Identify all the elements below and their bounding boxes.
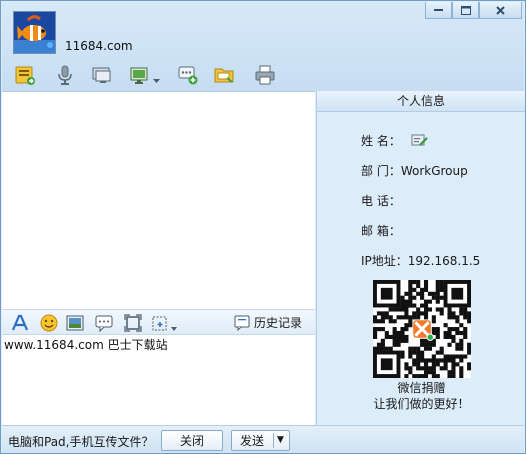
font-icon — [11, 314, 29, 331]
remote-desktop-button[interactable] — [90, 63, 114, 87]
history-button[interactable]: 历史记录 — [234, 314, 302, 331]
ip-label: IP地址： — [361, 254, 408, 268]
shared-folder-button[interactable] — [212, 63, 236, 87]
department-value: WorkGroup — [400, 164, 468, 178]
edit-toolbar: 历史记录 — [2, 309, 315, 335]
qr-caption-thanks: 让我们做的更好！ — [373, 397, 470, 411]
send-file-icon — [15, 66, 35, 85]
message-bubble-icon — [95, 315, 113, 332]
message-history[interactable] — [2, 91, 315, 309]
chevron-down-icon — [171, 327, 177, 331]
emoji-button[interactable] — [39, 313, 59, 333]
department-row: 部 门：WorkGroup — [361, 162, 468, 179]
font-button[interactable] — [10, 313, 30, 333]
remote-desktop-icon — [92, 67, 111, 83]
name-row: 姓 名： — [361, 132, 429, 150]
capture-options-icon — [152, 316, 167, 331]
microphone-icon — [58, 65, 72, 85]
send-separator — [273, 433, 274, 448]
message-input-text[interactable]: www.11684.com 巴士下载站 — [4, 336, 168, 353]
maximize-icon — [460, 5, 471, 15]
image-icon — [66, 315, 84, 331]
send-options-dropdown[interactable]: ▼ — [277, 431, 284, 450]
name-label: 姓 名： — [361, 134, 401, 148]
emoji-icon — [40, 314, 58, 332]
panel-title: 个人信息 — [317, 91, 525, 112]
ip-value: 192.168.1.5 — [407, 254, 481, 268]
phone-label: 电 话： — [361, 194, 401, 208]
phone-row: 电 话： — [361, 192, 401, 209]
message-input[interactable]: www.11684.com 巴士下载站 — [2, 335, 315, 425]
file-transfer-hint[interactable]: 电脑和Pad,手机互传文件？ — [8, 433, 153, 450]
image-button[interactable] — [65, 313, 85, 333]
bottom-bar: 电脑和Pad,手机互传文件？ 关闭 发送 ▼ — [2, 425, 524, 453]
qr-code-icon — [373, 280, 472, 379]
close-button[interactable]: 关闭 — [161, 430, 223, 451]
history-icon — [234, 315, 250, 331]
message-add-icon — [178, 66, 198, 85]
minimize-button[interactable] — [425, 2, 452, 19]
send-label: 发送 — [240, 434, 265, 448]
edit-name-icon[interactable] — [411, 133, 429, 150]
history-label: 历史记录 — [254, 316, 303, 330]
clownfish-avatar-icon — [14, 12, 55, 53]
screenshot-icon — [124, 314, 142, 332]
screen-share-icon — [130, 67, 148, 84]
email-row: 邮 箱： — [361, 222, 401, 239]
print-button[interactable] — [253, 63, 277, 87]
voice-button[interactable] — [53, 63, 77, 87]
qr-caption-donate: 微信捐赠 — [397, 381, 446, 395]
contact-name: 11684.com — [65, 39, 133, 53]
personal-info-panel: 个人信息 姓 名： 部 门：WorkGroup 电 话： 邮 箱： IP地址：1… — [316, 91, 525, 425]
send-button[interactable]: 发送 ▼ — [231, 430, 290, 451]
send-file-button[interactable] — [13, 63, 37, 87]
qr-code — [373, 280, 472, 379]
printer-icon — [255, 65, 275, 85]
screen-share-dropdown[interactable] — [151, 69, 161, 93]
chat-window: 11684.com 历史记录 www.11684.com 巴士下载站 个人信息 … — [0, 0, 526, 454]
avatar[interactable] — [13, 11, 56, 54]
minimize-icon — [434, 8, 443, 11]
message-bubble-button[interactable] — [94, 313, 114, 333]
screen-share-button[interactable] — [128, 63, 152, 87]
email-label: 邮 箱： — [361, 224, 401, 238]
ip-row: IP地址：192.168.1.5 — [361, 252, 480, 269]
close-window-button[interactable] — [479, 2, 522, 19]
chevron-down-icon — [152, 79, 160, 83]
maximize-button[interactable] — [452, 2, 479, 19]
close-icon — [496, 5, 505, 15]
capture-options-button[interactable] — [151, 313, 171, 333]
window-header: 11684.com — [2, 2, 524, 91]
message-add-button[interactable] — [176, 63, 200, 87]
screenshot-button[interactable] — [123, 313, 143, 333]
department-label: 部 门： — [361, 164, 401, 178]
window-controls — [425, 2, 522, 19]
shared-folder-icon — [214, 68, 234, 83]
